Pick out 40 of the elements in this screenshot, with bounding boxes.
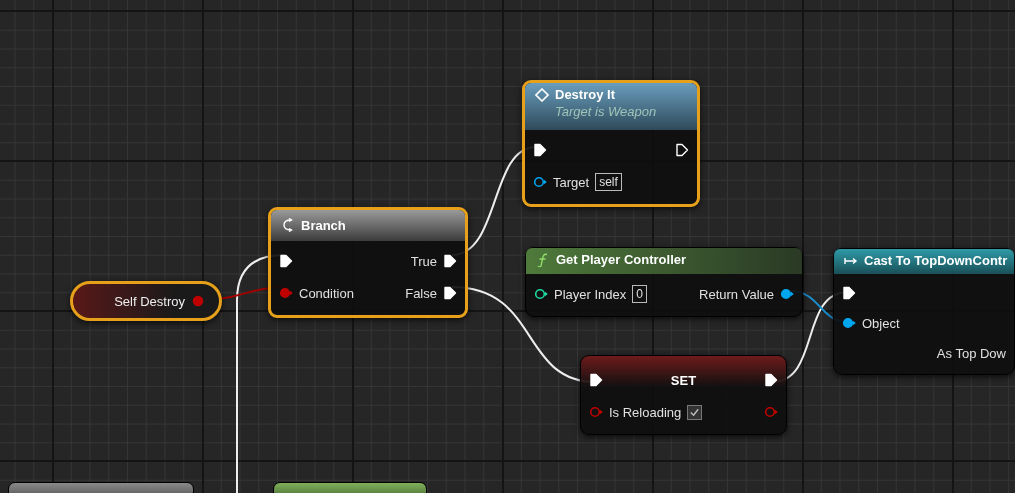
node-title: Cast To TopDownContr xyxy=(864,253,1008,268)
blueprint-node[interactable]: Get Player Controller Player Index 0 Return Value xyxy=(525,247,803,317)
pin-label: False xyxy=(405,285,437,301)
branch-icon xyxy=(281,218,295,232)
exec-pin-icon[interactable] xyxy=(443,254,457,268)
pin-label: Object xyxy=(862,315,900,331)
node-title: Get Player Controller xyxy=(556,252,687,267)
checkbox[interactable] xyxy=(687,404,703,420)
pin-label: As Top Dow xyxy=(936,345,1006,361)
node-subtitle: Target is Weapon xyxy=(554,104,658,119)
pin-label: Player Index xyxy=(554,286,627,302)
blueprint-node[interactable]: Self Destroy xyxy=(70,281,222,321)
pin-label: Condition xyxy=(299,285,354,301)
pin-label: Target xyxy=(553,174,590,190)
exec-pin-icon[interactable] xyxy=(533,143,547,157)
node-title: Branch xyxy=(301,217,346,233)
blueprint-node[interactable]: Cast To TopDownContr Object As Top Dow xyxy=(833,248,1015,375)
blueprint-node[interactable]: Branch True Condition False xyxy=(268,207,468,318)
data-pin-icon[interactable] xyxy=(842,316,856,330)
exec-pin-icon[interactable] xyxy=(443,286,457,300)
exec-pin-icon[interactable] xyxy=(842,286,856,300)
value-field[interactable]: 0 xyxy=(632,285,647,303)
variable-label: Self Destroy xyxy=(114,293,185,309)
node-title: Destroy It xyxy=(555,87,615,102)
exec-pin-icon[interactable] xyxy=(279,254,293,268)
pin-label: Return Value xyxy=(699,286,774,302)
pin-label: Is Reloading xyxy=(609,404,682,420)
exec-pin-icon[interactable] xyxy=(675,143,689,157)
blueprint-node[interactable]: SET Is Reloading xyxy=(580,355,787,435)
diamond-icon xyxy=(535,87,549,102)
data-pin-icon[interactable] xyxy=(534,287,548,301)
value-field[interactable]: self xyxy=(595,173,622,191)
data-pin-icon[interactable] xyxy=(533,175,547,189)
pin-label: True xyxy=(410,253,437,269)
blueprint-node[interactable]: Destroy It Target is Weapon Target self xyxy=(522,80,700,207)
function-icon xyxy=(536,252,550,267)
exec-pin-icon[interactable] xyxy=(589,373,603,387)
exec-pin-icon[interactable] xyxy=(764,373,778,387)
data-pin-icon[interactable] xyxy=(780,287,794,301)
node-title: SET xyxy=(669,372,698,388)
